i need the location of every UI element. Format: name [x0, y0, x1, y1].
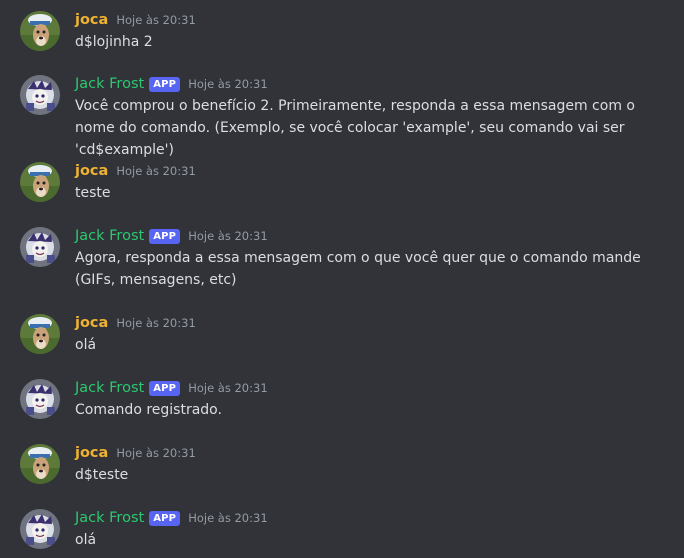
username[interactable]: joca — [75, 312, 108, 334]
bot-avatar-icon[interactable] — [20, 509, 60, 549]
message-header: joca Hoje às 20:31 — [75, 9, 196, 31]
message-content: d$lojinha 2 — [75, 34, 153, 50]
app-badge: APP — [149, 380, 181, 396]
message-content: olá — [75, 337, 97, 353]
message-header: joca Hoje às 20:31 — [75, 160, 196, 182]
message-header: joca Hoje às 20:31 — [75, 312, 196, 334]
username[interactable]: joca — [75, 160, 108, 182]
app-badge: APP — [149, 228, 181, 244]
app-badge: APP — [149, 510, 181, 526]
message-header: Jack Frost APP Hoje às 20:31 — [75, 73, 268, 95]
timestamp[interactable]: Hoje às 20:31 — [116, 9, 195, 31]
message: joca Hoje às 20:31 d$lojinha 2 — [0, 9, 684, 53]
username[interactable]: Jack Frost — [75, 73, 144, 95]
bot-avatar-icon[interactable] — [20, 75, 60, 115]
message-header: joca Hoje às 20:31 — [75, 442, 196, 464]
app-badge: APP — [149, 76, 181, 92]
message: Jack Frost APP Hoje às 20:31 Você compro… — [0, 73, 684, 158]
message-content: Agora, responda a essa mensagem com o qu… — [75, 250, 641, 288]
message: joca Hoje às 20:31 d$teste — [0, 442, 684, 486]
chat-log: joca Hoje às 20:31 d$lojinha 2 Jack Fros… — [0, 0, 684, 558]
username[interactable]: Jack Frost — [75, 377, 144, 399]
timestamp[interactable]: Hoje às 20:31 — [116, 160, 195, 182]
message: Jack Frost APP Hoje às 20:31 olá — [0, 507, 684, 551]
message-content: Você comprou o benefício 2. Primeirament… — [75, 98, 635, 158]
message-header: Jack Frost APP Hoje às 20:31 — [75, 225, 268, 247]
timestamp[interactable]: Hoje às 20:31 — [188, 225, 267, 247]
timestamp[interactable]: Hoje às 20:31 — [188, 73, 267, 95]
username[interactable]: Jack Frost — [75, 507, 144, 529]
bot-avatar-icon[interactable] — [20, 379, 60, 419]
message-header: Jack Frost APP Hoje às 20:31 — [75, 507, 268, 529]
dog-avatar-icon[interactable] — [20, 444, 60, 484]
message-header: Jack Frost APP Hoje às 20:31 — [75, 377, 268, 399]
message: Jack Frost APP Hoje às 20:31 Agora, resp… — [0, 225, 684, 291]
timestamp[interactable]: Hoje às 20:31 — [116, 442, 195, 464]
message-content: olá — [75, 532, 97, 548]
message: joca Hoje às 20:31 teste — [0, 160, 684, 204]
username[interactable]: joca — [75, 442, 108, 464]
message: Jack Frost APP Hoje às 20:31 Comando reg… — [0, 377, 684, 421]
message-content: d$teste — [75, 467, 129, 483]
dog-avatar-icon[interactable] — [20, 162, 60, 202]
bot-avatar-icon[interactable] — [20, 227, 60, 267]
username[interactable]: Jack Frost — [75, 225, 144, 247]
message-content: Comando registrado. — [75, 402, 222, 418]
timestamp[interactable]: Hoje às 20:31 — [116, 312, 195, 334]
timestamp[interactable]: Hoje às 20:31 — [188, 507, 267, 529]
dog-avatar-icon[interactable] — [20, 314, 60, 354]
username[interactable]: joca — [75, 9, 108, 31]
message: joca Hoje às 20:31 olá — [0, 312, 684, 356]
message-content: teste — [75, 185, 111, 201]
dog-avatar-icon[interactable] — [20, 11, 60, 51]
timestamp[interactable]: Hoje às 20:31 — [188, 377, 267, 399]
